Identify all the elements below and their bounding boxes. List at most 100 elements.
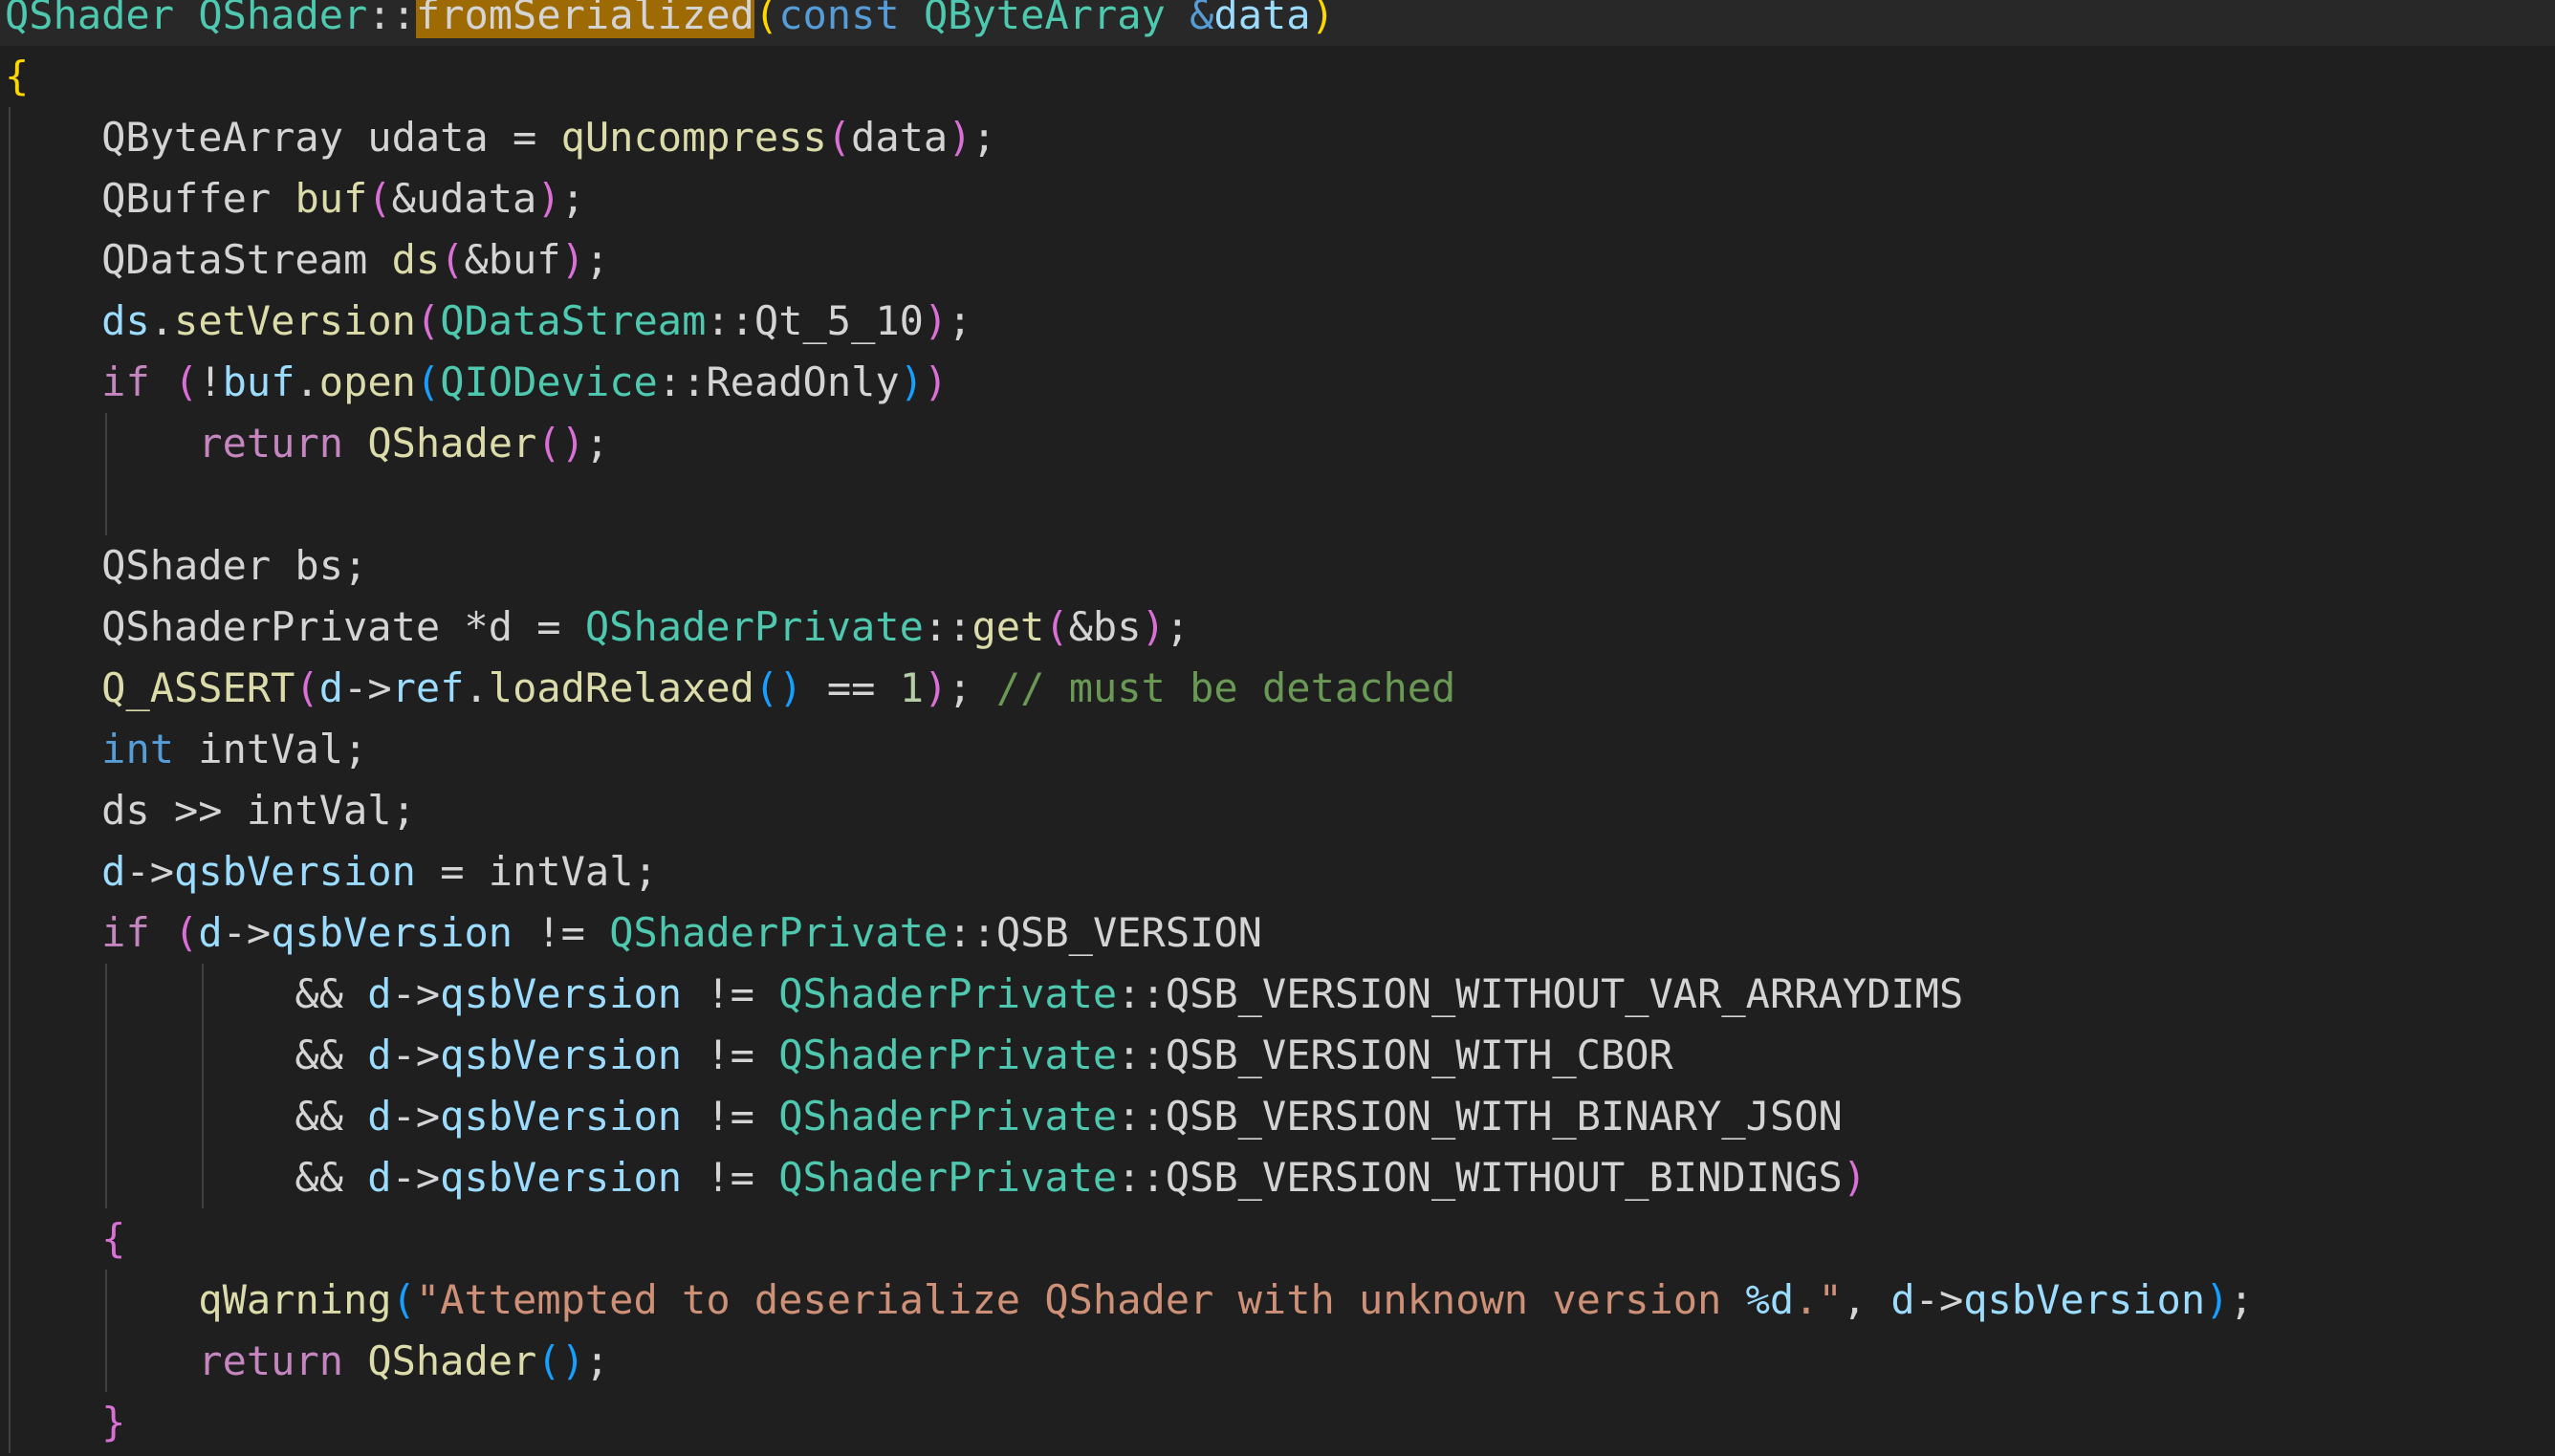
code-line[interactable]: QDataStream ds(&buf); bbox=[5, 229, 609, 291]
code-line[interactable]: { bbox=[5, 46, 29, 107]
code-token: -> bbox=[343, 664, 392, 711]
code-token: ; bbox=[972, 114, 996, 161]
code-token: QDataStream bbox=[440, 297, 707, 344]
code-token: ( bbox=[174, 909, 199, 956]
code-line[interactable]: && d->qsbVersion != QShaderPrivate::QSB_… bbox=[5, 1086, 1842, 1147]
code-token: qsbVersion bbox=[440, 1154, 683, 1201]
code-token: && bbox=[5, 970, 368, 1017]
code-token: Q_ASSERT bbox=[101, 664, 295, 711]
code-line[interactable]: QShader QShader::fromSerialized(const QB… bbox=[0, 0, 2555, 46]
code-token: -> bbox=[1914, 1276, 1964, 1323]
code-token: -> bbox=[391, 1154, 441, 1201]
code-token: ::QSB_VERSION_WITHOUT_BINDINGS bbox=[1117, 1154, 1843, 1201]
code-token: ) bbox=[560, 1337, 585, 1384]
code-token: buf bbox=[295, 175, 368, 222]
code-token: QShaderPrivate bbox=[778, 970, 1118, 1017]
code-token: ; bbox=[2229, 1276, 2254, 1323]
code-line[interactable]: && d->qsbVersion != QShaderPrivate::QSB_… bbox=[5, 1147, 1867, 1208]
code-token: ) bbox=[948, 114, 972, 161]
code-token: ; bbox=[584, 1337, 610, 1384]
code-token: != bbox=[682, 970, 779, 1017]
find-match-highlight: fromSerialized bbox=[415, 0, 754, 38]
code-token: ( bbox=[826, 114, 852, 161]
code-token: QShaderPrivate *d = bbox=[5, 603, 585, 650]
code-token: return bbox=[198, 1337, 344, 1384]
code-token: ) bbox=[923, 297, 949, 344]
code-line[interactable]: QShaderPrivate *d = QShaderPrivate::get(… bbox=[5, 597, 1190, 658]
code-line[interactable]: ds >> intVal; bbox=[5, 780, 416, 841]
code-line[interactable]: QBuffer buf(&udata); bbox=[5, 168, 585, 229]
code-token: ds bbox=[101, 297, 150, 344]
code-token: QShaderPrivate bbox=[609, 909, 949, 956]
code-editor[interactable]: QShader QShader::fromSerialized( const QB… bbox=[0, 0, 2555, 1456]
code-token: . bbox=[464, 664, 489, 711]
code-token: -> bbox=[222, 909, 272, 956]
code-token: d bbox=[367, 970, 392, 1017]
code-line[interactable]: QShader bs; bbox=[5, 535, 367, 597]
code-token: if bbox=[101, 909, 150, 956]
code-token: QShader bbox=[367, 420, 537, 467]
code-token: ( bbox=[391, 1276, 416, 1323]
code-line[interactable]: qWarning("Attempted to deserialize QShad… bbox=[5, 1270, 2254, 1331]
code-token: :: bbox=[923, 603, 972, 650]
code-token: ::QSB_VERSION_WITHOUT_VAR_ARRAYDIMS bbox=[1117, 970, 1964, 1017]
code-line[interactable]: && d->qsbVersion != QShaderPrivate::QSB_… bbox=[5, 964, 1963, 1025]
code-token: QIODevice bbox=[440, 359, 658, 405]
code-token: QShader bbox=[198, 0, 368, 38]
code-token: const bbox=[778, 0, 900, 38]
code-line[interactable]: if (!buf.open(QIODevice::ReadOnly)) bbox=[5, 352, 948, 413]
code-token: ( bbox=[174, 359, 199, 405]
code-line[interactable]: && d->qsbVersion != QShaderPrivate::QSB_… bbox=[5, 1025, 1673, 1086]
code-line[interactable]: { bbox=[5, 1208, 125, 1270]
code-token: return bbox=[198, 420, 344, 467]
code-token: &buf bbox=[464, 236, 561, 283]
code-token: -> bbox=[391, 1093, 441, 1140]
code-token: != bbox=[682, 1154, 779, 1201]
code-line[interactable]: ds.setVersion(QDataStream::Qt_5_10); bbox=[5, 291, 972, 352]
code-token: QBuffer bbox=[5, 175, 295, 222]
code-token: ) bbox=[1310, 0, 1335, 38]
code-token: data bbox=[1213, 0, 1311, 38]
code-token: qsbVersion bbox=[271, 909, 513, 956]
code-token: 1 bbox=[899, 664, 924, 711]
code-line[interactable]: d->qsbVersion = intVal; bbox=[5, 841, 658, 902]
code-token: d bbox=[1890, 1276, 1915, 1323]
code-token: ( bbox=[753, 664, 779, 711]
code-token: ::ReadOnly bbox=[657, 359, 900, 405]
code-token: QShaderPrivate bbox=[778, 1154, 1118, 1201]
code-line[interactable]: } bbox=[5, 1392, 125, 1453]
code-token: } bbox=[101, 1399, 126, 1445]
code-token: ( bbox=[295, 664, 319, 711]
code-token: d bbox=[101, 848, 126, 895]
code-token: ( bbox=[367, 175, 392, 222]
code-token: ." bbox=[1794, 1276, 1843, 1323]
code-token: QShader bbox=[367, 1337, 537, 1384]
code-line[interactable]: int intVal; bbox=[5, 719, 367, 780]
code-token: == bbox=[802, 664, 900, 711]
code-token: ! bbox=[198, 359, 223, 405]
code-token: ) bbox=[778, 664, 803, 711]
code-token: ( bbox=[1044, 603, 1069, 650]
code-token: ds >> intVal; bbox=[5, 787, 416, 834]
code-line[interactable]: return QShader(); bbox=[5, 413, 609, 474]
code-line[interactable]: return QShader(); bbox=[5, 1331, 609, 1392]
code-token: qsbVersion bbox=[174, 848, 416, 895]
code-token: get bbox=[972, 603, 1045, 650]
code-token: "Attempted to deserialize QShader with u… bbox=[415, 1276, 1746, 1323]
code-token: if bbox=[101, 359, 150, 405]
code-line[interactable]: Q_ASSERT(d->ref.loadRelaxed() == 1); // … bbox=[5, 658, 1455, 719]
code-line[interactable]: if (d->qsbVersion != QShaderPrivate::QSB… bbox=[5, 902, 1262, 964]
code-token: open bbox=[318, 359, 416, 405]
code-token: { bbox=[5, 53, 30, 99]
code-token: ::QSB_VERSION_WITH_CBOR bbox=[1117, 1032, 1673, 1078]
code-token: intVal; bbox=[174, 726, 368, 772]
code-line[interactable]: QByteArray udata = qUncompress(data); bbox=[5, 107, 996, 168]
